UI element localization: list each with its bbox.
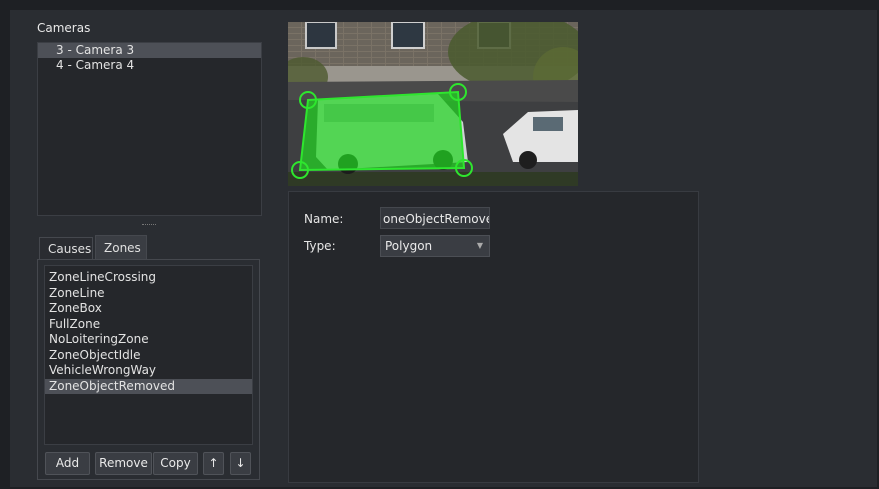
splitter-handle[interactable] [142, 224, 156, 226]
zone-item[interactable]: VehicleWrongWay [45, 363, 252, 379]
name-label: Name: [304, 212, 344, 226]
chevron-down-icon: ▼ [476, 241, 483, 250]
zone-item[interactable]: ZoneLineCrossing [45, 270, 252, 286]
window-frame [305, 22, 337, 49]
camera-frame-image [288, 22, 578, 186]
cameras-label: Cameras [37, 21, 91, 35]
zone-polygon[interactable] [298, 90, 466, 172]
camera-preview[interactable] [288, 22, 578, 186]
zone-properties-panel [288, 191, 699, 483]
camera-item[interactable]: 4 - Camera 4 [38, 58, 261, 73]
zone-item[interactable]: ZoneBox [45, 301, 252, 317]
zone-item[interactable]: ZoneObjectIdle [45, 348, 252, 364]
add-button[interactable]: Add [45, 452, 90, 475]
arrow-up-icon: ↑ [208, 456, 219, 470]
zone-item[interactable]: ZoneObjectRemoved [45, 378, 252, 394]
window-frame [391, 22, 425, 49]
copy-button[interactable]: Copy [153, 452, 198, 475]
move-up-button[interactable]: ↑ [203, 452, 224, 475]
zone-type-value: Polygon [385, 239, 433, 253]
move-down-button[interactable]: ↓ [230, 452, 251, 475]
zone-item[interactable]: ZoneLine [45, 286, 252, 302]
camera-item[interactable]: 3 - Camera 3 [38, 43, 261, 58]
remove-button[interactable]: Remove [95, 452, 152, 475]
tab-zones[interactable]: Zones [95, 235, 147, 259]
camera-list[interactable]: 3 - Camera 3 4 - Camera 4 [37, 42, 262, 216]
zone-item[interactable]: FullZone [45, 317, 252, 333]
tab-causes[interactable]: Causes [39, 237, 93, 259]
type-label: Type: [304, 239, 336, 253]
zone-name-input[interactable]: oneObjectRemoved [380, 207, 490, 229]
zone-type-select[interactable]: Polygon ▼ [380, 235, 490, 257]
zone-list[interactable]: ZoneLineCrossing ZoneLine ZoneBox FullZo… [44, 265, 253, 445]
zone-item[interactable]: NoLoiteringZone [45, 332, 252, 348]
arrow-down-icon: ↓ [235, 456, 246, 470]
